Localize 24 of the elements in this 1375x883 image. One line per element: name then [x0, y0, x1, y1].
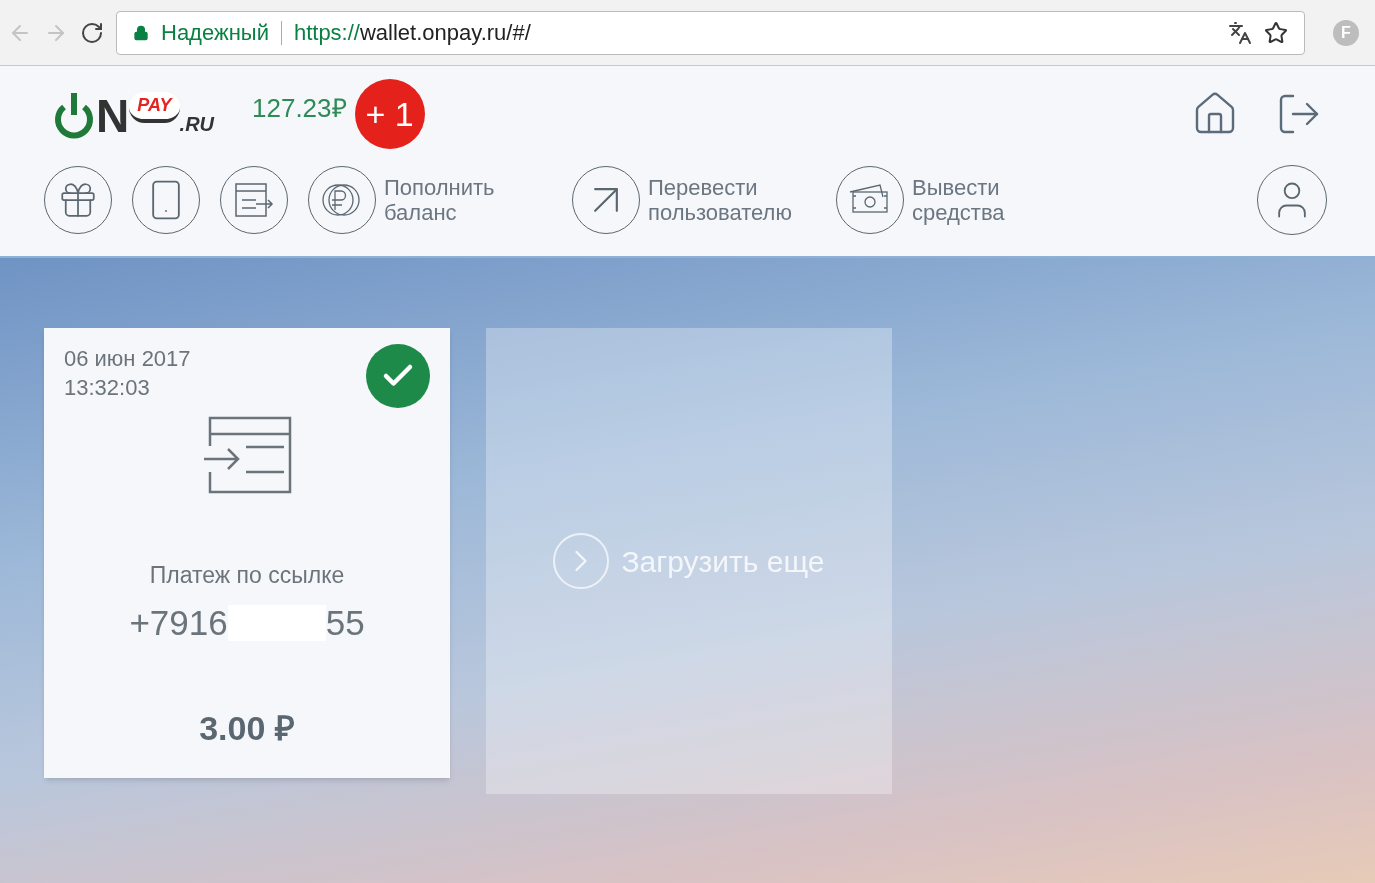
balance-amount: 127.23₽ — [252, 91, 347, 125]
invoice-icon — [232, 180, 276, 220]
lock-icon — [133, 24, 149, 41]
payment-card[interactable]: 06 июн 2017 13:32:03 Платеж по ссылке +7916 55 3.00 ₽ — [44, 328, 450, 778]
phone-end: 55 — [325, 601, 365, 644]
payment-time: 13:32:03 — [64, 374, 151, 402]
payment-date: 06 июн 2017 — [64, 345, 191, 373]
url-text: https://wallet.onpay.ru/#/ — [293, 19, 531, 47]
action-link[interactable]: Перевести пользователю — [648, 175, 808, 225]
action-link[interactable]: Пополнить баланс — [384, 175, 544, 225]
star-icon[interactable] — [1264, 20, 1288, 45]
security-label: Надежный — [161, 19, 269, 47]
payment-amount: 3.00 ₽ — [199, 708, 295, 749]
address-bar[interactable]: Надежный https://wallet.onpay.ru/#/ — [116, 10, 1305, 55]
action-link[interactable]: Вывести средства — [912, 175, 1072, 225]
bonus-badge[interactable]: + 1 — [354, 79, 425, 149]
logo-badge: PAY — [129, 92, 180, 123]
phone-start: +7916 — [129, 601, 228, 644]
link-payment-icon — [202, 416, 292, 494]
payment-title: Платеж по ссылке — [149, 561, 345, 590]
reload-button[interactable] — [80, 20, 104, 45]
logo-letter: N — [96, 93, 130, 139]
translate-icon[interactable] — [1228, 20, 1252, 45]
logo-suffix: .RU — [179, 112, 215, 137]
